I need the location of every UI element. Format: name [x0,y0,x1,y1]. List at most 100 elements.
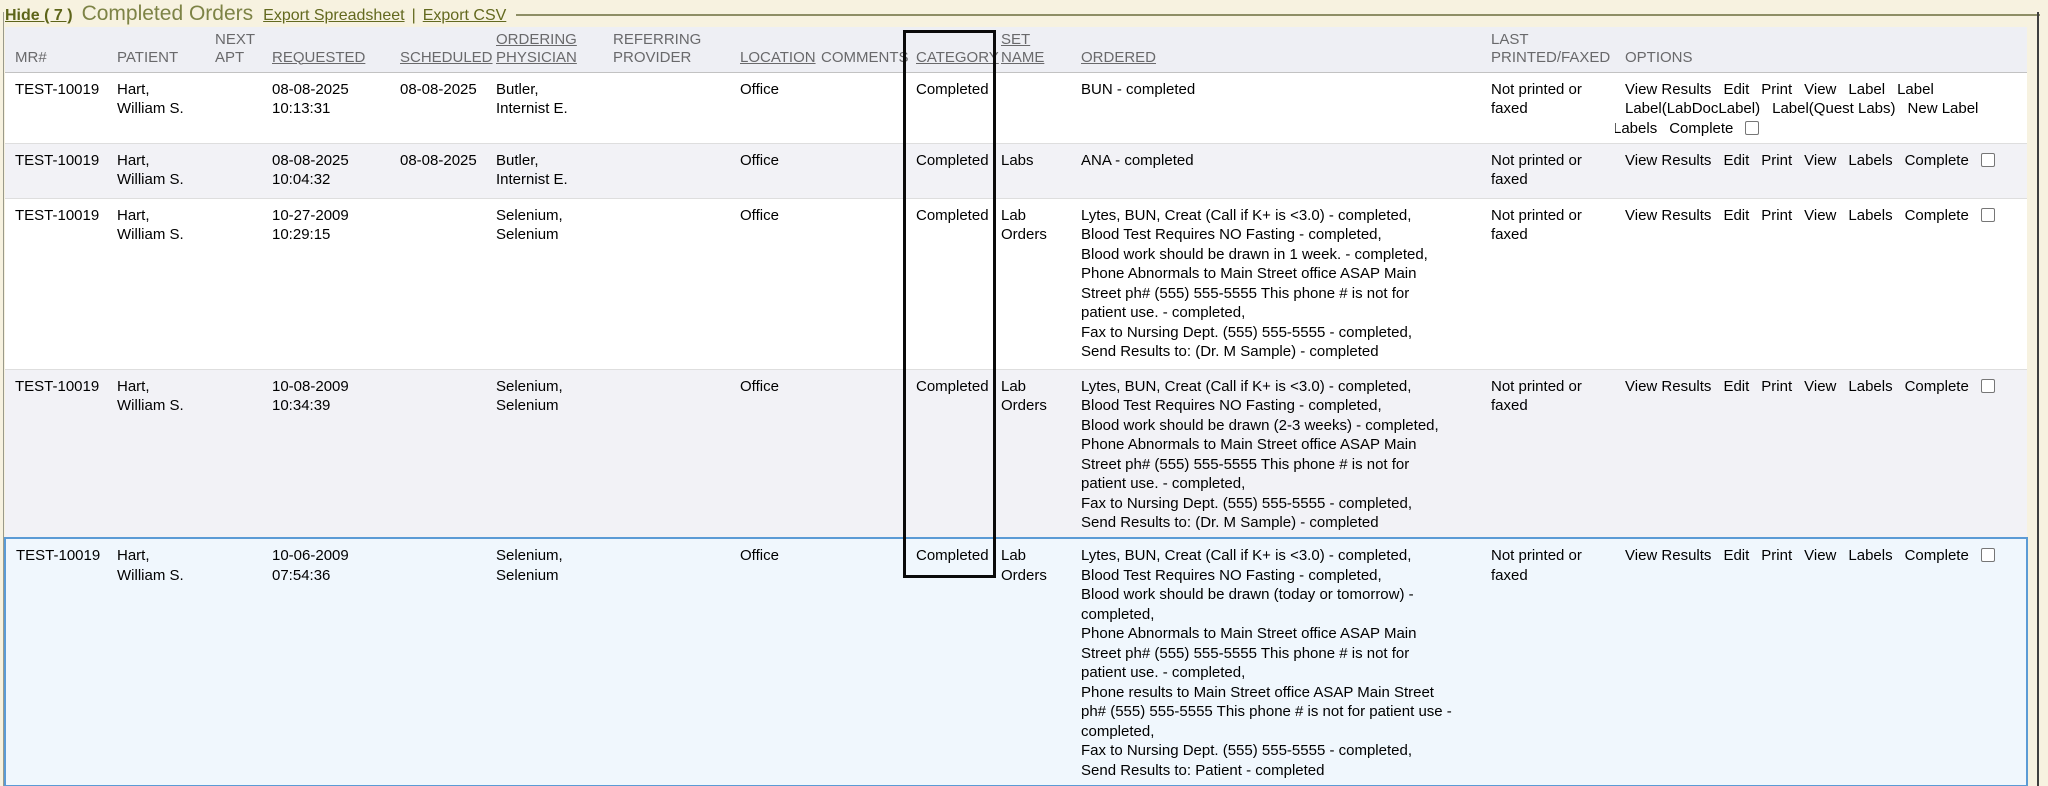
cell-physician: Butler, Internist E. [486,143,603,198]
column-header-requested: REQUESTED [262,27,390,72]
option-view-results[interactable]: View Results [1625,377,1711,397]
option-edit[interactable]: Edit [1723,377,1749,397]
option-print[interactable]: Print [1761,206,1792,226]
option-complete[interactable]: Complete [1905,546,1969,566]
order-row-3[interactable]: TEST-10019Hart, William S.10-27-2009 10:… [5,198,2027,369]
option-complete[interactable]: Complete [1905,377,1969,397]
cell-physician: Selenium, Selenium [486,538,603,786]
cell-comments [811,143,906,198]
option-view-results[interactable]: View Results [1625,80,1711,100]
option-labels[interactable]: Labels [1848,206,1892,226]
cell-requested: 10-08-2009 10:34:39 [262,369,390,538]
cell-requested: 10-06-2009 07:54:36 [262,538,390,786]
option-edit[interactable]: Edit [1723,151,1749,171]
cell-location: Office [730,72,811,143]
cell-mr: TEST-10019 [5,369,107,538]
cell-patient: Hart, William S. [107,198,205,369]
column-header-referring: REFERRING PROVIDER [603,27,730,72]
column-header-last_printed: LAST PRINTED/FAXED [1481,27,1615,72]
cell-referring [603,198,730,369]
column-header-label-set_name[interactable]: SET NAME [1001,31,1044,66]
cell-requested: 08-08-2025 10:04:32 [262,143,390,198]
completed-orders-table: MR#PATIENTNEXT APTREQUESTEDSCHEDULEDORDE… [4,27,2028,786]
option-label-labdoclabel[interactable]: Label(LabDocLabel) [1625,99,1760,119]
cell-options: View Results Edit Print View Labels Complete [1615,198,2027,369]
complete-checkbox[interactable] [1745,121,1759,135]
order-row-1[interactable]: TEST-10019Hart, William S.08-08-2025 10:… [5,72,2027,143]
cell-physician: Selenium, Selenium [486,198,603,369]
cell-options: View ResultsEditPrintViewLabelLabelLabel… [1615,72,2027,143]
column-header-label-category[interactable]: CATEGORY [916,49,999,66]
column-header-label-requested[interactable]: REQUESTED [272,49,365,66]
option-labels[interactable]: Labels [1615,119,1657,139]
option-view[interactable]: View [1804,206,1836,226]
complete-checkbox[interactable] [1981,208,1995,222]
option-edit[interactable]: Edit [1723,206,1749,226]
column-header-ordered: ORDERED [1071,27,1481,72]
option-edit[interactable]: Edit [1723,546,1749,566]
cell-referring [603,369,730,538]
option-print[interactable]: Print [1761,546,1792,566]
order-row-4[interactable]: TEST-10019Hart, William S.10-08-2009 10:… [5,369,2027,538]
option-complete[interactable]: Complete [1905,151,1969,171]
column-header-location: LOCATION [730,27,811,72]
option-new-label[interactable]: New Label [1908,99,1979,119]
option-labels[interactable]: Labels [1848,377,1892,397]
cell-scheduled [390,198,486,369]
complete-checkbox[interactable] [1981,548,1995,562]
cell-category: Completed [906,198,991,369]
option-view-results[interactable]: View Results [1625,206,1711,226]
option-print[interactable]: Print [1761,80,1792,100]
column-header-scheduled: SCHEDULED [390,27,486,72]
cell-last_printed: Not printed or faxed [1481,369,1615,538]
cell-ordered: Lytes, BUN, Creat (Call if K+ is <3.0) -… [1071,369,1481,538]
option-label-quest-labs[interactable]: Label(Quest Labs) [1772,99,1895,119]
cell-last_printed: Not printed or faxed [1481,538,1615,786]
column-header-mr: MR# [5,27,107,72]
cell-location: Office [730,538,811,786]
option-complete[interactable]: Complete [1905,206,1969,226]
cell-requested: 10-27-2009 10:29:15 [262,198,390,369]
column-header-label-location[interactable]: LOCATION [740,49,816,66]
cell-ordered: Lytes, BUN, Creat (Call if K+ is <3.0) -… [1071,538,1481,786]
column-header-label-ordered[interactable]: ORDERED [1081,49,1156,66]
cell-patient: Hart, William S. [107,538,205,786]
cell-comments [811,369,906,538]
option-view-results[interactable]: View Results [1625,151,1711,171]
option-print[interactable]: Print [1761,377,1792,397]
option-labels[interactable]: Labels [1848,151,1892,171]
option-view[interactable]: View [1804,80,1836,100]
option-edit[interactable]: Edit [1723,80,1749,100]
cell-category: Completed [906,143,991,198]
option-view[interactable]: View [1804,151,1836,171]
orders-table-body: TEST-10019Hart, William S. 08-08-2025 10:… [5,72,2027,786]
column-header-label-patient: PATIENT [117,49,178,66]
option-label[interactable]: Label [1897,80,1934,100]
complete-checkbox[interactable] [1981,379,1995,393]
option-view-results[interactable]: View Results [1625,546,1711,566]
order-row-2[interactable]: TEST-10019Hart, William S.08-08-2025 10:… [5,143,2027,198]
column-header-label-next_apt: NEXT APT [215,31,255,66]
cell-physician: Selenium, Selenium [486,369,603,538]
cell-options: View Results Edit Print View Labels Complete [1615,143,2027,198]
column-header-label-scheduled[interactable]: SCHEDULED [400,49,493,66]
option-complete[interactable]: Complete [1669,119,1733,139]
complete-checkbox[interactable] [1981,153,1995,167]
option-labels[interactable]: Labels [1848,546,1892,566]
cell-last_printed: Not printed or faxed [1481,72,1615,143]
option-view[interactable]: View [1804,546,1836,566]
cell-scheduled [390,538,486,786]
column-header-patient: PATIENT [107,27,205,72]
order-row-5[interactable]: TEST-10019Hart, William S.10-06-2009 07:… [5,538,2027,786]
cell-set_name: Labs [991,143,1071,198]
cell-location: Office [730,198,811,369]
option-view[interactable]: View [1804,377,1836,397]
column-header-comments: COMMENTS [811,27,906,72]
completed-orders-page: Hide ( 7 ) Completed Orders Export Sprea… [0,0,2048,786]
cell-category: Completed [906,369,991,538]
column-header-label-physician[interactable]: ORDERING PHYSICIAN [496,31,577,66]
cell-physician: Butler, Internist E. [486,72,603,143]
option-print[interactable]: Print [1761,151,1792,171]
option-label[interactable]: Label [1848,80,1885,100]
cell-comments [811,198,906,369]
